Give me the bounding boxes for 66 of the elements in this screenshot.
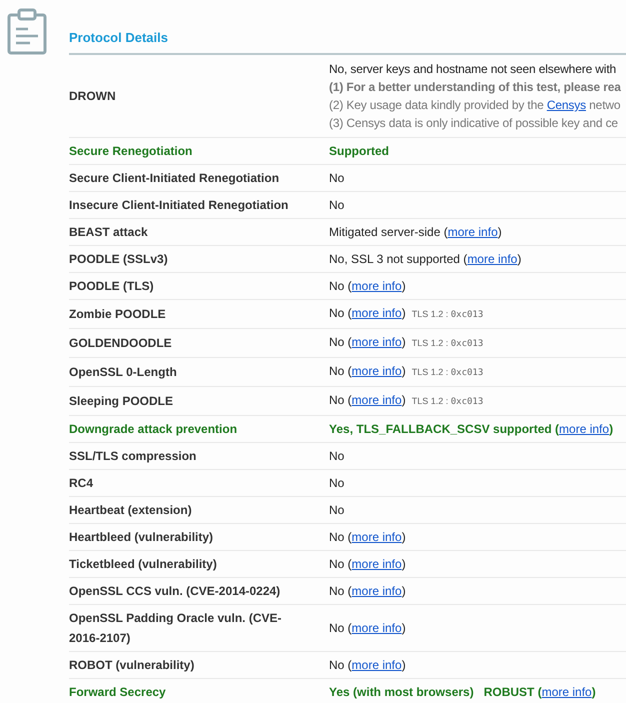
cipher-note: TLS 1.2 : 0xc013 <box>412 338 484 348</box>
cipher-note: TLS 1.2 : 0xc013 <box>412 309 484 319</box>
row-value: No (more info) <box>329 335 406 349</box>
more-info-link[interactable]: more info <box>352 393 402 407</box>
row-label: Ticketbleed (vulnerability) <box>69 556 218 573</box>
row-value: No <box>329 171 344 185</box>
row-value: No, server keys and hostname not seen elsewhere with <box>329 62 616 76</box>
more-info-link[interactable]: more info <box>352 530 402 544</box>
row-label: RC4 <box>69 475 94 492</box>
section-title: Protocol Details <box>69 0 626 55</box>
more-info-link[interactable]: more info <box>352 584 402 598</box>
more-info-link[interactable]: Censys <box>546 98 586 112</box>
row-label: Zombie POODLE <box>69 306 167 323</box>
row-label: Secure Renegotiation <box>69 143 194 160</box>
row-value: No <box>329 198 344 212</box>
more-info-link[interactable]: more info <box>352 621 402 635</box>
more-info-link[interactable]: more info <box>352 306 402 320</box>
row-label: POODLE (SSLv3) <box>69 251 169 268</box>
row-label: Forward Secrecy <box>69 684 167 701</box>
row-value: Yes (with most browsers) ROBUST (more info) <box>329 685 596 699</box>
row-value: (3) Censys data is only indicative of possible key and ce <box>329 116 618 130</box>
row-value: (1) For a better understanding of this test, please rea <box>329 80 621 94</box>
more-info-link[interactable]: more info <box>352 557 402 571</box>
row-value: No <box>329 503 344 517</box>
row-label: Secure Client-Initiated Renegotiation <box>69 170 280 187</box>
row-value: Yes, TLS_FALLBACK_SCSV supported (more info) <box>329 422 614 436</box>
row-label: SSL/TLS compression <box>69 448 198 465</box>
row-value: (2) Key usage data kindly provided by the Censys netwo <box>329 98 620 112</box>
row-label: BEAST attack <box>69 224 149 241</box>
row-label: POODLE (TLS) <box>69 278 155 295</box>
more-info-link[interactable]: more info <box>352 364 402 378</box>
row-label: OpenSSL 0-Length <box>69 364 178 381</box>
row-label: OpenSSL CCS vuln. (CVE-2014-0224) <box>69 583 282 600</box>
more-info-link[interactable]: more info <box>542 685 592 699</box>
row-label: Sleeping POODLE <box>69 393 174 410</box>
more-info-link[interactable]: more info <box>352 335 402 349</box>
row-label: Heartbeat (extension) <box>69 502 193 519</box>
row-value: No (more info) <box>329 279 406 293</box>
row-value: No (more info) <box>329 530 406 544</box>
row-label: DROWN <box>69 88 117 105</box>
row-value: No (more info) <box>329 584 406 598</box>
clipboard-icon <box>7 7 47 55</box>
row-value: No (more info) <box>329 658 406 672</box>
row-value: No (more info) <box>329 364 406 378</box>
more-info-link[interactable]: more info <box>448 225 498 239</box>
row-label: Heartbleed (vulnerability) <box>69 529 214 546</box>
row-label: ROBOT (vulnerability) <box>69 657 196 674</box>
row-value: Supported <box>329 144 389 158</box>
row-label: OpenSSL Padding Oracle vuln. (CVE-2016-2107) <box>69 610 282 647</box>
more-info-link[interactable]: more info <box>559 422 610 436</box>
row-value: No, SSL 3 not supported (more info) <box>329 252 522 266</box>
cipher-note: TLS 1.2 : 0xc013 <box>412 367 484 377</box>
row-label: Downgrade attack prevention <box>69 421 238 438</box>
row-value: No (more info) <box>329 306 406 320</box>
row-value: Mitigated server-side (more info) <box>329 225 502 239</box>
row-label: Insecure Client-Initiated Renegotiation <box>69 197 290 214</box>
more-info-link[interactable]: more info <box>467 252 518 266</box>
cipher-note: TLS 1.2 : 0xc013 <box>412 396 484 406</box>
row-value: No (more info) <box>329 557 406 571</box>
more-info-link[interactable]: more info <box>352 279 402 293</box>
row-value: No (more info) <box>329 621 406 635</box>
row-label: GOLDENDOODLE <box>69 335 173 352</box>
row-value: No <box>329 449 344 463</box>
more-info-link[interactable]: more info <box>352 658 402 672</box>
row-value: No (more info) <box>329 393 406 407</box>
row-value: No <box>329 476 344 490</box>
